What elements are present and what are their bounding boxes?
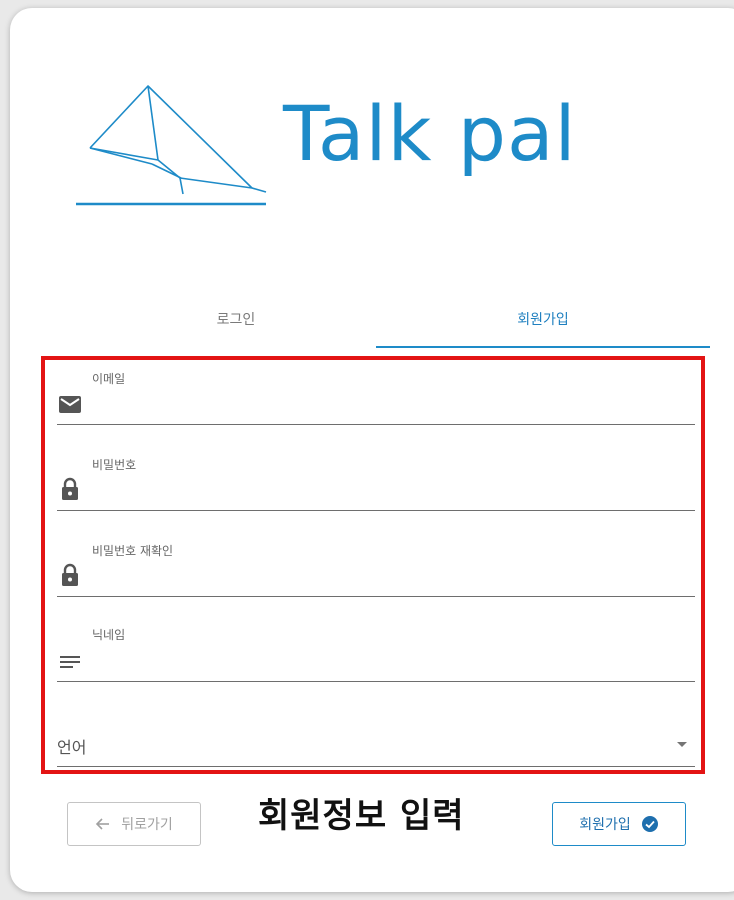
lock-icon (62, 477, 78, 500)
check-circle-icon (641, 816, 658, 832)
language-select[interactable]: 언어 (57, 710, 695, 767)
nickname-input[interactable] (92, 654, 695, 674)
password-confirm-label: 비밀번호 재확인 (92, 544, 174, 558)
signup-button-label: 회원가입 (579, 817, 631, 833)
arrow-left-icon (96, 818, 110, 830)
lock-icon (62, 563, 78, 586)
email-input[interactable] (92, 398, 695, 418)
password-label: 비밀번호 (92, 458, 137, 472)
nickname-field: 닉네임 (57, 626, 695, 682)
email-field: 이메일 (57, 370, 695, 425)
email-icon (59, 396, 81, 413)
password-confirm-input[interactable] (92, 570, 695, 590)
brand-title: Talk pal (283, 89, 577, 178)
caret-down-icon (677, 742, 687, 747)
annotation-caption: 회원정보 입력 (258, 796, 465, 836)
text-lines-icon (60, 656, 80, 668)
signup-button[interactable]: 회원가입 (552, 802, 686, 846)
tab-signup[interactable]: 회원가입 (376, 300, 710, 348)
back-button[interactable]: 뒤로가기 (67, 802, 201, 846)
back-button-label: 뒤로가기 (121, 817, 173, 833)
nickname-label: 닉네임 (92, 628, 126, 642)
language-select-label: 언어 (57, 738, 87, 757)
active-tab-indicator (376, 346, 710, 348)
password-confirm-field: 비밀번호 재확인 (57, 542, 695, 597)
password-input[interactable] (92, 484, 695, 504)
tab-login[interactable]: 로그인 (78, 300, 394, 348)
envelope-logo-icon (76, 85, 267, 206)
auth-tabs: 로그인 회원가입 (78, 300, 710, 350)
email-label: 이메일 (92, 372, 126, 386)
password-field: 비밀번호 (57, 456, 695, 511)
